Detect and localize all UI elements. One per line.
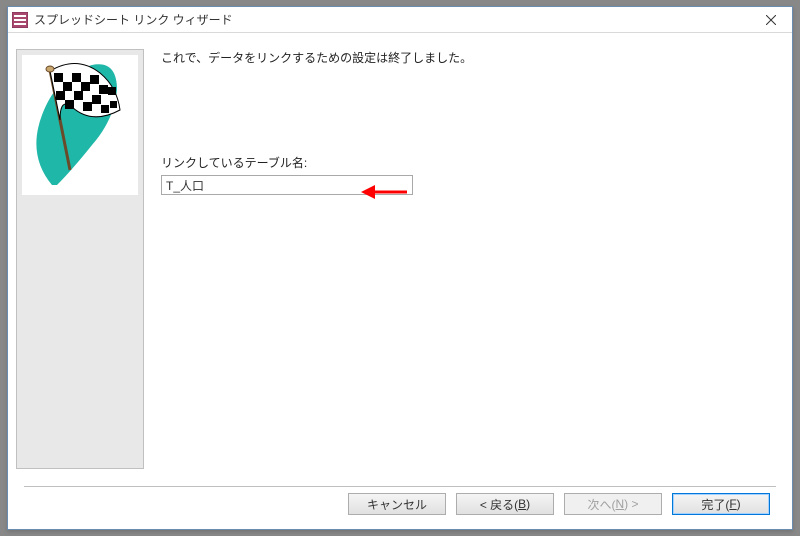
dialog-title: スプレッドシート リンク ウィザード — [34, 11, 750, 28]
completion-message: これで、データをリンクするための設定は終了しました。 — [161, 49, 784, 66]
finish-flag-illustration — [22, 55, 138, 195]
wizard-main-area: これで、データをリンクするための設定は終了しました。 リンクしているテーブル名: — [161, 49, 784, 195]
next-button: 次へ(N) > — [564, 493, 662, 515]
title-bar: スプレッドシート リンク ウィザード — [8, 7, 792, 33]
app-icon — [12, 12, 28, 28]
cancel-button[interactable]: キャンセル — [348, 493, 446, 515]
wizard-dialog: スプレッドシート リンク ウィザード — [7, 6, 793, 530]
back-button[interactable]: < 戻る(B) — [456, 493, 554, 515]
table-name-label: リンクしているテーブル名: — [161, 154, 784, 171]
close-button[interactable] — [750, 7, 792, 32]
dialog-content: これで、データをリンクするための設定は終了しました。 リンクしているテーブル名:… — [16, 35, 784, 529]
button-bar: キャンセル < 戻る(B) 次へ(N) > 完了(F) — [348, 493, 770, 519]
finish-button[interactable]: 完了(F) — [672, 493, 770, 515]
wizard-sidebar — [16, 49, 144, 469]
button-separator — [24, 486, 776, 487]
table-name-input[interactable] — [161, 175, 413, 195]
close-icon — [766, 15, 776, 25]
